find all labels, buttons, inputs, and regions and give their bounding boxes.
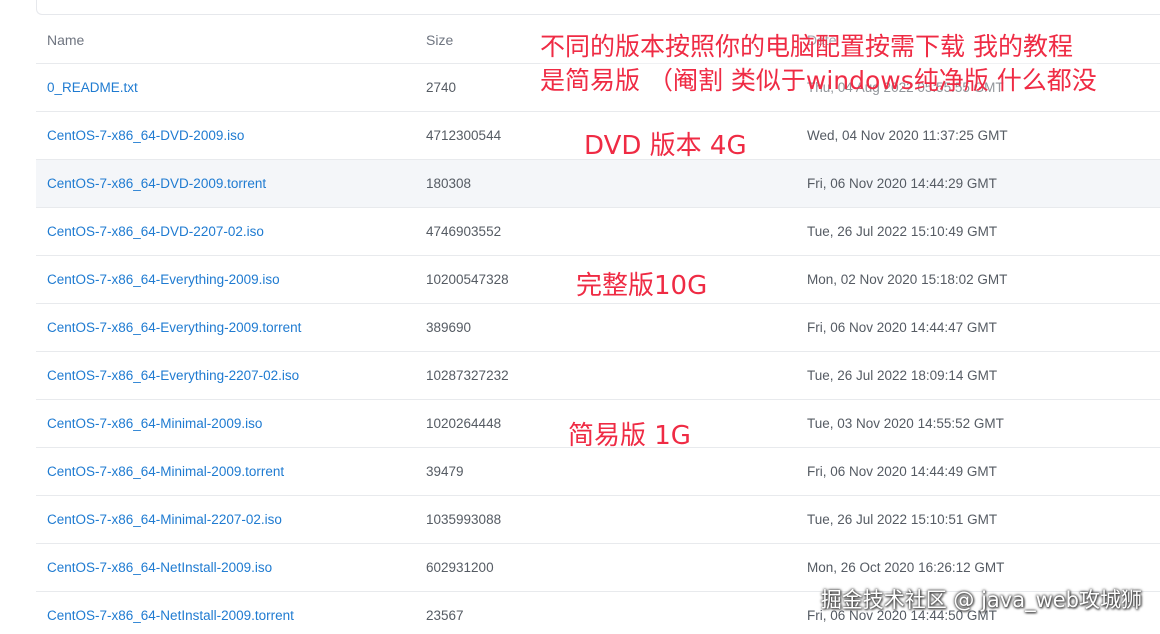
table-row: CentOS-7-x86_64-Everything-2009.torrent … bbox=[36, 304, 1160, 352]
file-size: 389690 bbox=[426, 320, 472, 335]
file-date: Tue, 03 Nov 2020 14:55:52 GMT bbox=[807, 416, 1004, 431]
annotation-minimal: 简易版 1G bbox=[568, 421, 691, 451]
file-date: Tue, 26 Jul 2022 15:10:51 GMT bbox=[807, 512, 998, 527]
annotation-version-note-line1: 不同的版本按照你的电脑配置按需下载 我的教程 bbox=[540, 32, 1073, 61]
file-link[interactable]: CentOS-7-x86_64-DVD-2009.torrent bbox=[47, 176, 266, 191]
file-link[interactable]: CentOS-7-x86_64-Minimal-2009.iso bbox=[47, 416, 262, 431]
table-row: CentOS-7-x86_64-DVD-2207-02.iso 47469035… bbox=[36, 208, 1160, 256]
annotation-version-note: 不同的版本按照你的电脑配置按需下载 我的教程 是简易版 （阉割 类似于windo… bbox=[540, 30, 1097, 98]
file-link[interactable]: CentOS-7-x86_64-Everything-2207-02.iso bbox=[47, 368, 299, 383]
file-size: 10287327232 bbox=[426, 368, 509, 383]
annotation-version-note-line2: 是简易版 （阉割 类似于windows纯净版 什么都没 bbox=[540, 66, 1097, 95]
file-date: Fri, 06 Nov 2020 14:44:49 GMT bbox=[807, 464, 997, 479]
file-link[interactable]: CentOS-7-x86_64-NetInstall-2009.iso bbox=[47, 560, 272, 575]
file-size: 23567 bbox=[426, 608, 464, 623]
file-listing-page: Name Size Date 0_README.txt 2740 Thu, 04… bbox=[0, 0, 1160, 634]
table-row: CentOS-7-x86_64-DVD-2009.torrent 180308 … bbox=[36, 160, 1160, 208]
file-link[interactable]: CentOS-7-x86_64-Everything-2009.torrent bbox=[47, 320, 301, 335]
file-link[interactable]: CentOS-7-x86_64-NetInstall-2009.torrent bbox=[47, 608, 294, 623]
file-date: Mon, 26 Oct 2020 16:26:12 GMT bbox=[807, 560, 1005, 575]
file-link[interactable]: CentOS-7-x86_64-Everything-2009.iso bbox=[47, 272, 280, 287]
file-table: Name Size Date 0_README.txt 2740 Thu, 04… bbox=[36, 16, 1160, 634]
file-date: Fri, 06 Nov 2020 14:44:47 GMT bbox=[807, 320, 997, 335]
file-date: Wed, 04 Nov 2020 11:37:25 GMT bbox=[807, 128, 1008, 143]
annotation-everything: 完整版10G bbox=[576, 271, 708, 301]
watermark: 掘金技术社区 @ java_web攻城狮 bbox=[820, 588, 1142, 612]
file-link[interactable]: CentOS-7-x86_64-Minimal-2009.torrent bbox=[47, 464, 284, 479]
annotation-dvd: DVD 版本 4G bbox=[584, 131, 747, 161]
file-link[interactable]: 0_README.txt bbox=[47, 80, 138, 95]
file-link[interactable]: CentOS-7-x86_64-DVD-2009.iso bbox=[47, 128, 244, 143]
table-row: CentOS-7-x86_64-Everything-2207-02.iso 1… bbox=[36, 352, 1160, 400]
file-size: 1035993088 bbox=[426, 512, 502, 527]
file-date: Mon, 02 Nov 2020 15:18:02 GMT bbox=[807, 272, 1008, 287]
table-row: CentOS-7-x86_64-Minimal-2009.torrent 394… bbox=[36, 448, 1160, 496]
top-panel-edge bbox=[36, 0, 1160, 15]
file-link[interactable]: CentOS-7-x86_64-Minimal-2207-02.iso bbox=[47, 512, 282, 527]
file-link[interactable]: CentOS-7-x86_64-DVD-2207-02.iso bbox=[47, 224, 264, 239]
table-row: CentOS-7-x86_64-Minimal-2207-02.iso 1035… bbox=[36, 496, 1160, 544]
file-size: 39479 bbox=[426, 464, 464, 479]
file-size: 4746903552 bbox=[426, 224, 502, 239]
file-size: 180308 bbox=[426, 176, 472, 191]
file-date: Fri, 06 Nov 2020 14:44:29 GMT bbox=[807, 176, 997, 191]
file-size: 602931200 bbox=[426, 560, 494, 575]
file-date: Tue, 26 Jul 2022 18:09:14 GMT bbox=[807, 368, 998, 383]
file-date: Tue, 26 Jul 2022 15:10:49 GMT bbox=[807, 224, 998, 239]
column-header-name[interactable]: Name bbox=[36, 32, 416, 48]
